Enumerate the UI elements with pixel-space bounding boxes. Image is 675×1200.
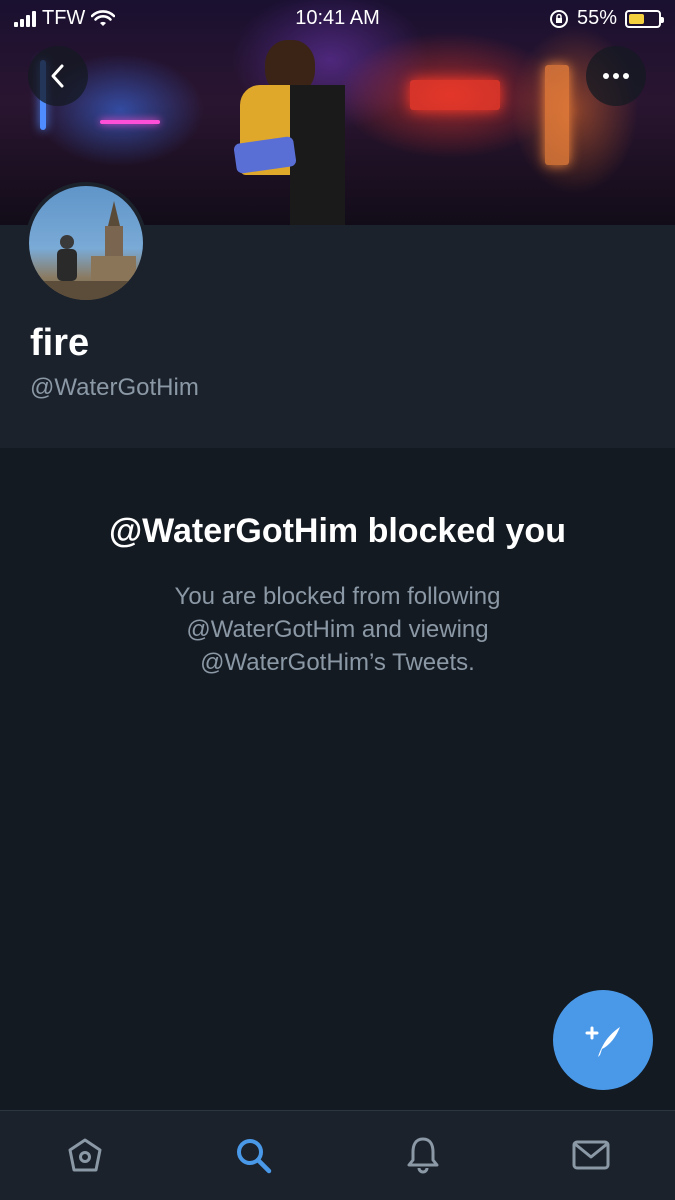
bottom-tab-bar — [0, 1110, 675, 1200]
banner-character — [225, 40, 355, 225]
tab-messages[interactable] — [569, 1133, 613, 1177]
compose-tweet-icon — [585, 1026, 620, 1057]
avatar[interactable] — [25, 182, 147, 304]
blocked-description: You are blocked from following @WaterGot… — [174, 583, 501, 676]
tab-notifications[interactable] — [401, 1133, 445, 1177]
tab-home[interactable] — [63, 1133, 107, 1177]
banner-neon-sign — [410, 80, 500, 110]
more-options-button[interactable] — [586, 46, 646, 106]
chevron-left-icon — [51, 64, 64, 88]
banner-neon-light — [100, 120, 160, 124]
blocked-title: @WaterGotHim blocked you — [109, 512, 566, 550]
profile-display-name: fire — [30, 322, 90, 364]
battery-level-fill — [629, 13, 645, 24]
tab-search[interactable] — [231, 1133, 275, 1177]
bell-icon — [407, 1137, 439, 1174]
banner-neon-sign — [545, 65, 569, 165]
more-horizontal-icon — [603, 73, 629, 79]
battery-percent: 55% — [576, 7, 617, 29]
home-icon — [68, 1138, 102, 1172]
profile-handle: @WaterGotHim — [30, 374, 199, 401]
search-icon — [237, 1139, 272, 1174]
battery-icon — [625, 9, 664, 28]
avatar-image — [29, 201, 143, 300]
status-right: 55% — [549, 7, 664, 30]
compose-tweet-button[interactable] — [553, 990, 653, 1090]
orientation-lock-icon — [549, 9, 568, 28]
mail-icon — [572, 1140, 610, 1170]
status-bar: TFW 10:41 AM 55% — [0, 0, 675, 38]
back-button[interactable] — [28, 46, 88, 106]
